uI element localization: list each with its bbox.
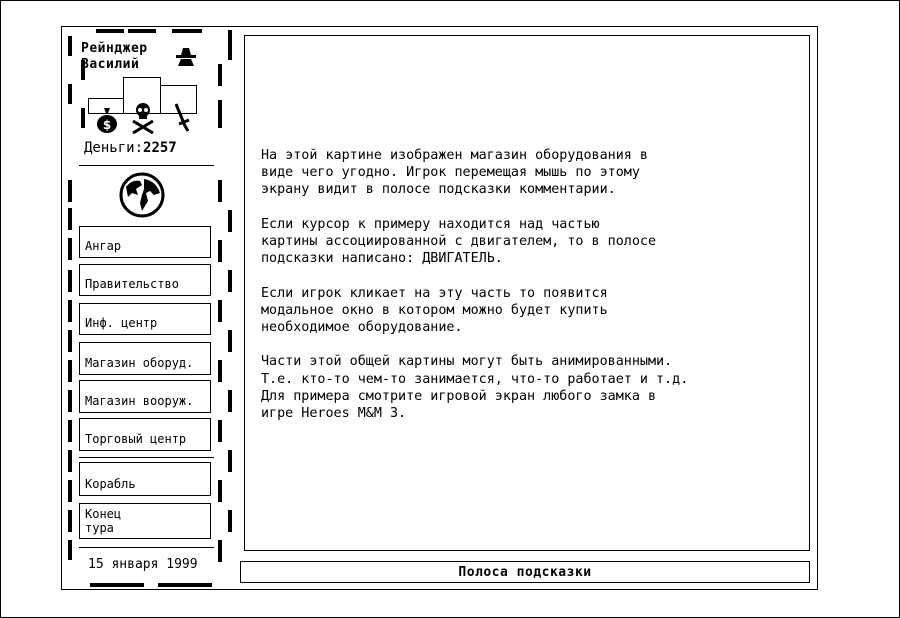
paragraph: На этой картине изображен магазин оборуд…	[261, 148, 648, 198]
menu-hangar[interactable]: Ангар	[79, 226, 211, 258]
player-name: Рейнджер Василий	[81, 41, 148, 73]
money-bag-icon: $	[97, 108, 117, 133]
menu-weapon-shop[interactable]: Магазин вооруж.	[79, 380, 211, 413]
money-value: 2257	[143, 140, 177, 156]
main-description: На этой картине изображен магазин оборуд…	[261, 147, 806, 439]
skull-crossbones-icon	[132, 103, 154, 134]
hint-bar: Полоса подсказки	[240, 561, 810, 583]
money-label: Деньги:	[84, 140, 144, 156]
menu-info-center[interactable]: Инф. центр	[79, 303, 211, 335]
menu-trade-center[interactable]: Торговый центр	[79, 418, 211, 451]
divider	[79, 547, 214, 548]
player-rank: Рейнджер	[81, 41, 148, 56]
divider	[79, 165, 214, 166]
paragraph: Части этой общей картины могут быть аним…	[261, 354, 689, 421]
paragraph: Если курсор к примеру находится над част…	[261, 216, 657, 267]
globe-icon[interactable]	[118, 171, 166, 219]
menu-government[interactable]: Правительство	[79, 264, 211, 296]
player-first-name: Василий	[81, 57, 140, 72]
paragraph: Если игрок кликает на эту часть то появи…	[261, 285, 608, 335]
game-date: 15 января 1999	[88, 557, 198, 572]
divider	[79, 457, 214, 458]
menu-equipment-shop[interactable]: Магазин оборуд.	[79, 342, 211, 375]
money-display: Деньги:2257	[84, 140, 177, 156]
spy-icon	[176, 48, 196, 66]
svg-text:$: $	[103, 118, 111, 132]
end-turn-button[interactable]: Конец тура	[79, 503, 211, 539]
menu-ship[interactable]: Корабль	[79, 462, 211, 496]
sword-icon	[174, 103, 190, 132]
